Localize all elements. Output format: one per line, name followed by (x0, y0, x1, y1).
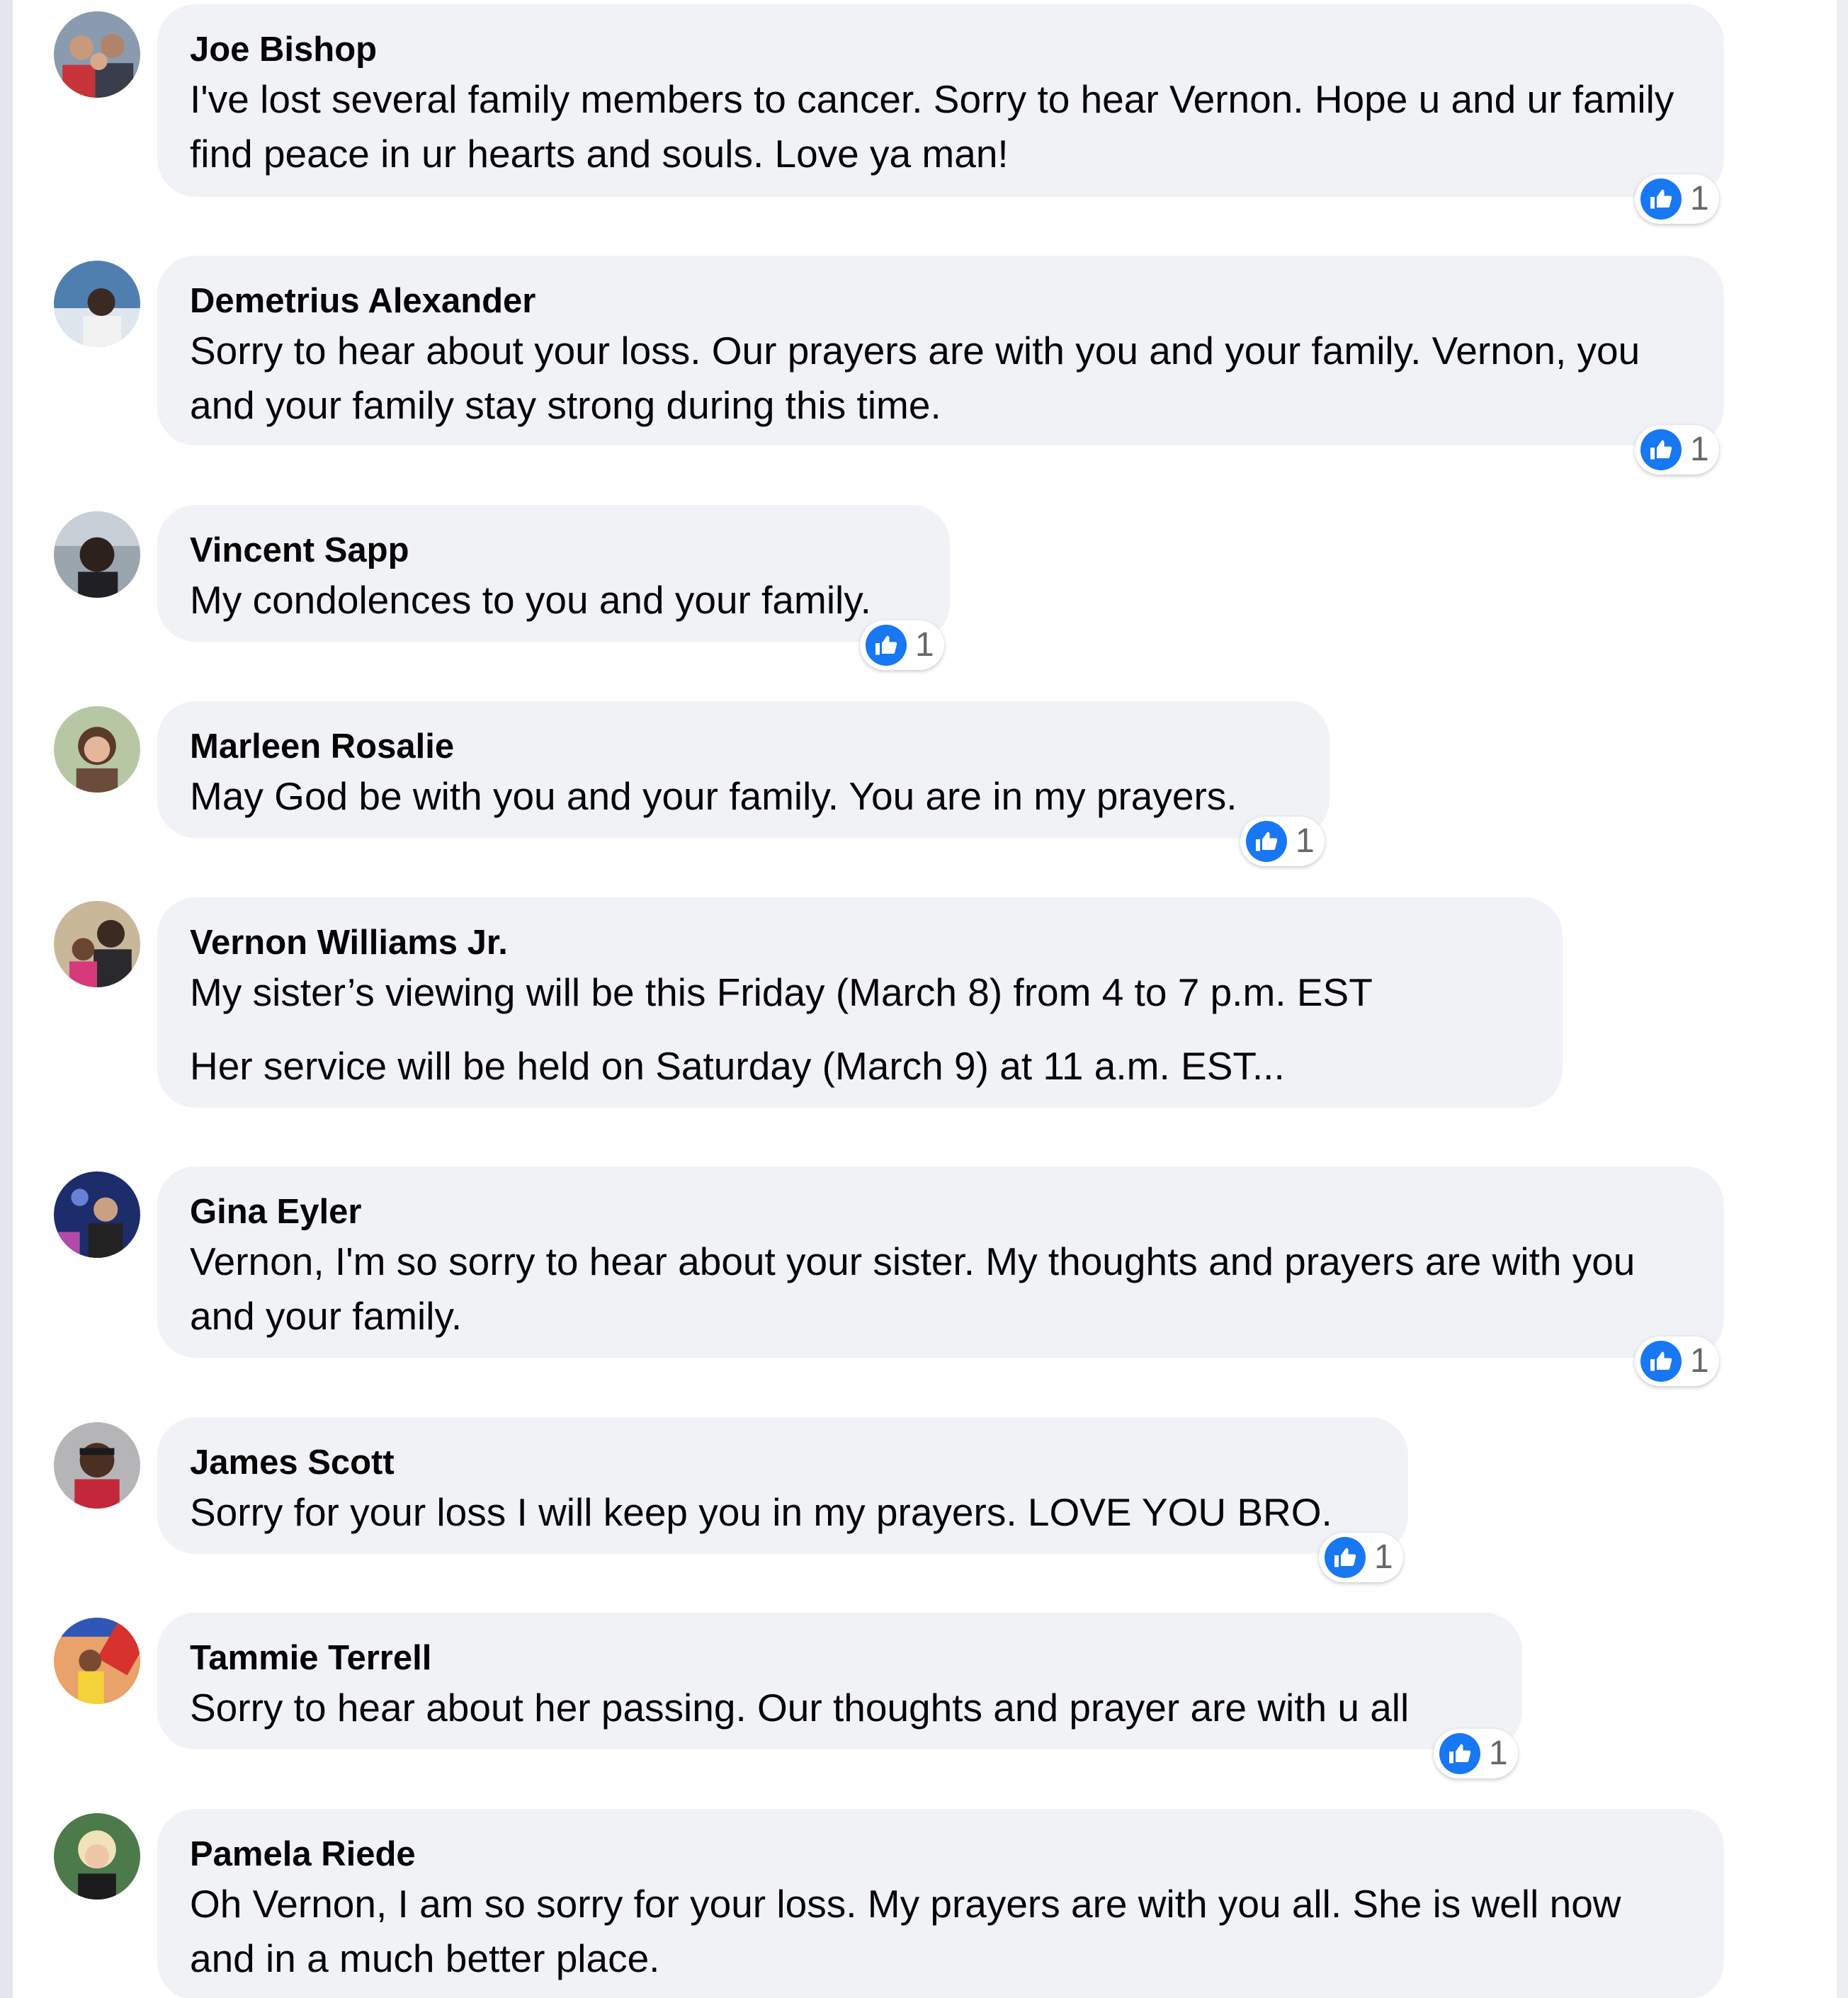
feed-right-scrollbar-track[interactable] (1837, 0, 1848, 1998)
comment-author[interactable]: Marleen Rosalie (190, 725, 1297, 768)
like-icon (1325, 1537, 1366, 1578)
reaction-badge[interactable]: 1 (860, 620, 944, 670)
comment-text: My condolences to you and your family. (190, 578, 871, 622)
like-icon (866, 625, 907, 666)
reaction-badge[interactable]: 1 (1635, 1336, 1719, 1386)
comment-bubble: Joe Bishop I've lost several family memb… (157, 4, 1724, 197)
comment-bubble: Vernon Williams Jr. My sister’s viewing … (157, 897, 1563, 1108)
reaction-badge[interactable]: 1 (1240, 817, 1325, 866)
avatar[interactable] (54, 261, 140, 347)
comment-author[interactable]: Vincent Sapp (190, 529, 917, 572)
reaction-badge[interactable]: 1 (1635, 174, 1719, 224)
comment-bubble: James Scott Sorry for your loss I will k… (157, 1417, 1408, 1554)
comment-text: I've lost several family members to canc… (190, 77, 1674, 176)
feed-left-border (0, 0, 13, 1998)
comment-author[interactable]: James Scott (190, 1441, 1376, 1484)
reaction-count: 1 (1296, 822, 1315, 860)
comment-text: Her service will be held on Saturday (Ma… (190, 1044, 1285, 1088)
comment-bubble: Pamela Riede Oh Vernon, I am so sorry fo… (157, 1809, 1724, 1998)
reaction-count: 1 (1374, 1538, 1393, 1576)
comment-text: Sorry to hear about your loss. Our praye… (190, 329, 1640, 427)
reaction-badge[interactable]: 1 (1635, 425, 1719, 475)
comment-bubble: Gina Eyler Vernon, I'm so sorry to hear … (157, 1167, 1724, 1358)
reaction-count: 1 (1690, 431, 1709, 468)
reaction-badge[interactable]: 1 (1434, 1729, 1518, 1778)
comment-bubble: Tammie Terrell Sorry to hear about her p… (157, 1613, 1522, 1749)
avatar[interactable] (54, 511, 140, 598)
comment-bubble: Vincent Sapp My condolences to you and y… (157, 505, 950, 642)
reaction-count: 1 (1489, 1735, 1508, 1772)
comment-text: My sister’s viewing will be this Friday … (190, 970, 1373, 1014)
comment-text: Sorry for your loss I will keep you in m… (190, 1490, 1332, 1534)
comment-text: May God be with you and your family. You… (190, 774, 1237, 818)
comment-text: Sorry to hear about her passing. Our tho… (190, 1686, 1410, 1730)
comment-author[interactable]: Vernon Williams Jr. (190, 921, 1530, 964)
avatar[interactable] (54, 1171, 140, 1258)
like-icon (1439, 1733, 1480, 1774)
comment-author[interactable]: Demetrius Alexander (190, 280, 1691, 322)
comment-author[interactable]: Pamela Riede (190, 1833, 1691, 1875)
reaction-count: 1 (1690, 180, 1709, 217)
comment-text: Oh Vernon, I am so sorry for your loss. … (190, 1882, 1621, 1980)
avatar[interactable] (54, 1813, 140, 1900)
avatar[interactable] (54, 901, 140, 987)
reaction-count: 1 (1690, 1342, 1709, 1380)
comment-bubble: Marleen Rosalie May God be with you and … (157, 701, 1330, 838)
like-icon (1246, 821, 1287, 862)
like-icon (1640, 178, 1682, 220)
reaction-count: 1 (915, 626, 934, 664)
reaction-badge[interactable]: 1 (1319, 1533, 1403, 1582)
avatar[interactable] (54, 706, 140, 793)
like-icon (1640, 429, 1682, 470)
comment-bubble: Demetrius Alexander Sorry to hear about … (157, 256, 1724, 445)
comment-author[interactable]: Joe Bishop (190, 28, 1691, 71)
comment-author[interactable]: Gina Eyler (190, 1191, 1691, 1233)
avatar[interactable] (54, 11, 140, 98)
avatar[interactable] (54, 1618, 140, 1704)
comment-text: Vernon, I'm so sorry to hear about your … (190, 1239, 1636, 1338)
like-icon (1640, 1341, 1682, 1382)
avatar[interactable] (54, 1422, 140, 1509)
comment-author[interactable]: Tammie Terrell (190, 1637, 1490, 1679)
